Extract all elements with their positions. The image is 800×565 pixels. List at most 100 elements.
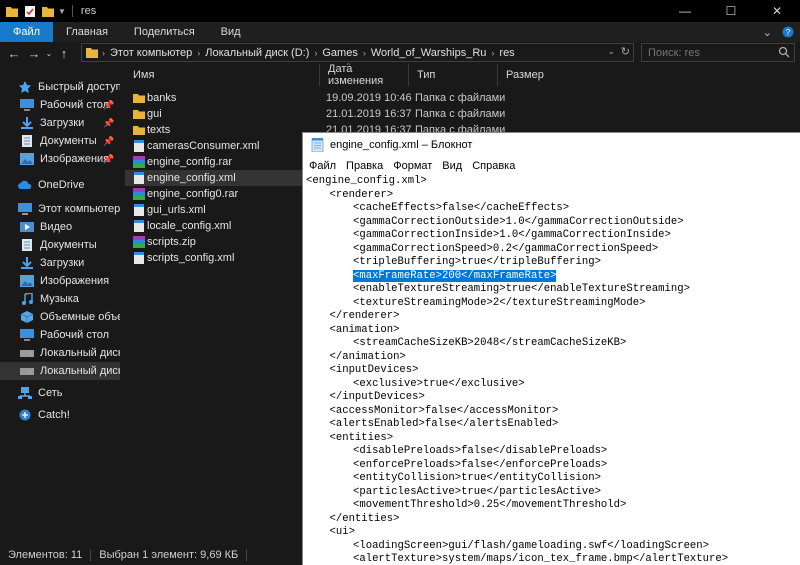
nav-music[interactable]: Музыка — [0, 290, 120, 308]
text-line: <alertTexture>system/maps/icon_tex_frame… — [353, 553, 728, 565]
pin-icon[interactable]: 📌 — [103, 136, 114, 147]
up-arrow-icon[interactable]: ↑ — [54, 43, 74, 63]
nav-downloads[interactable]: Загрузки — [0, 254, 120, 272]
address-bar[interactable]: › Этот компьютер › Локальный диск (D:) ›… — [81, 43, 634, 62]
status-selection: Выбран 1 элемент: 9,69 КБ — [99, 549, 239, 561]
nav-drive-d[interactable]: Локальный диск (D:) — [0, 362, 120, 380]
nav-drive-c[interactable]: Локальный диск (C:) — [0, 344, 120, 362]
breadcrumb-games[interactable]: Games — [322, 47, 357, 59]
text-line: </renderer> — [330, 310, 400, 324]
text-line: <cacheEffects>false</cacheEffects> — [353, 202, 569, 216]
text-line: <tripleBuffering>true</tripleBuffering> — [353, 256, 601, 270]
tab-share[interactable]: Поделиться — [121, 22, 208, 42]
column-header-date[interactable]: Дата изменения — [320, 63, 409, 87]
recent-dropdown-icon[interactable]: ⌄ — [44, 43, 54, 63]
line-text: <enableTextureStreaming>true</enableText… — [353, 283, 690, 295]
nav-3d-objects[interactable]: Объемные объекты — [0, 308, 120, 326]
text-line: </entities> — [330, 513, 400, 527]
cloud-icon — [18, 180, 32, 189]
close-button[interactable]: ✕ — [754, 0, 800, 22]
column-header-size[interactable]: Размер — [498, 64, 558, 86]
nav-label: Рабочий стол — [40, 99, 110, 111]
minimize-button[interactable]: — — [662, 0, 708, 22]
nav-documents[interactable]: Документы — [0, 236, 120, 254]
folder-icon — [6, 6, 18, 17]
breadcrumb-separator-icon[interactable]: › — [491, 48, 494, 58]
text-line: <movementThreshold>0.25</movementThresho… — [353, 499, 626, 513]
breadcrumb-separator-icon[interactable]: › — [197, 48, 200, 58]
help-icon[interactable]: ? — [782, 26, 794, 38]
file-row-gui[interactable]: gui 21.01.2019 16:37 Папка с файлами — [125, 106, 800, 122]
tab-file[interactable]: Файл — [0, 22, 54, 42]
breadcrumb-separator-icon[interactable]: › — [102, 48, 105, 58]
nav-catch[interactable]: Catch! — [0, 406, 120, 424]
notepad-text-area[interactable]: <engine_config.xml> <renderer> <cacheEffec… — [303, 175, 800, 565]
nav-pictures-pinned[interactable]: Изображения 📌 — [0, 150, 120, 168]
archive-icon — [133, 156, 145, 168]
search-box[interactable] — [641, 43, 795, 62]
menu-view[interactable]: Вид — [442, 160, 462, 172]
properties-icon[interactable] — [24, 5, 36, 17]
breadcrumb-this-pc[interactable]: Этот компьютер — [110, 47, 192, 59]
forward-arrow-icon[interactable]: → — [24, 43, 44, 63]
catch-icon — [19, 409, 31, 421]
desktop-icon — [20, 329, 34, 341]
nav-label: Сеть — [38, 387, 63, 399]
nav-documents-pinned[interactable]: Документы 📌 — [0, 132, 120, 150]
column-header-name[interactable]: Имя — [125, 64, 320, 86]
address-dropdown-icon[interactable]: ⌄ — [607, 46, 615, 57]
breadcrumb-drive-d[interactable]: Локальный диск (D:) — [205, 47, 309, 59]
pin-icon[interactable]: 📌 — [103, 100, 114, 111]
nav-label: Изображения — [40, 275, 110, 287]
tab-home[interactable]: Главная — [53, 22, 121, 42]
notepad-menu-bar: Файл Правка Формат Вид Справка — [303, 157, 800, 175]
menu-format[interactable]: Формат — [393, 160, 432, 172]
documents-icon — [22, 135, 32, 147]
nav-pictures[interactable]: Изображения — [0, 272, 120, 290]
nav-label: Документы — [40, 135, 97, 147]
text-line: <alertsEnabled>false</alertsEnabled> — [330, 418, 559, 432]
maximize-button[interactable]: ☐ — [708, 0, 754, 22]
nav-desktop[interactable]: Рабочий стол — [0, 326, 120, 344]
line-text: </entities> — [329, 512, 400, 525]
breadcrumb-wows[interactable]: World_of_Warships_Ru — [371, 47, 487, 59]
nav-video[interactable]: Видео — [0, 218, 120, 236]
nav-network[interactable]: Сеть — [0, 384, 120, 402]
breadcrumb-separator-icon[interactable]: › — [314, 48, 317, 58]
pin-icon[interactable]: 📌 — [103, 118, 114, 129]
breadcrumb-res[interactable]: res — [499, 47, 514, 59]
xml-file-icon — [134, 252, 144, 264]
menu-help[interactable]: Справка — [472, 160, 515, 172]
qa-dropdown-icon[interactable]: ▼ — [58, 7, 66, 16]
file-date: 19.09.2019 10:46 — [326, 92, 412, 104]
text-line: <particlesActive>true</particlesActive> — [353, 486, 601, 500]
back-arrow-icon[interactable]: ← — [4, 43, 24, 63]
nav-downloads-pinned[interactable]: Загрузки 📌 — [0, 114, 120, 132]
nav-quick-access[interactable]: Быстрый доступ — [0, 78, 120, 96]
text-line: <ui> — [330, 526, 355, 540]
file-type: Папка с файлами — [415, 92, 506, 104]
breadcrumb-separator-icon[interactable]: › — [363, 48, 366, 58]
folder-icon — [133, 110, 145, 119]
nav-this-pc[interactable]: Этот компьютер — [0, 200, 120, 218]
file-name: camerasConsumer.xml — [147, 140, 260, 152]
menu-edit[interactable]: Правка — [346, 160, 383, 172]
line-text: <renderer> — [329, 188, 394, 201]
xml-file-icon — [134, 204, 144, 216]
text-line: <gammaCorrectionInside>1.0</gammaCorrect… — [353, 229, 671, 243]
refresh-icon[interactable]: ↻ — [621, 45, 630, 58]
nav-label: Документы — [40, 239, 97, 251]
search-input[interactable] — [642, 46, 772, 59]
nav-label: Музыка — [40, 293, 79, 305]
nav-desktop-pinned[interactable]: Рабочий стол 📌 — [0, 96, 120, 114]
nav-onedrive[interactable]: OneDrive — [0, 176, 120, 194]
file-name: gui_urls.xml — [147, 204, 206, 216]
new-folder-icon[interactable] — [42, 6, 54, 17]
column-header-type[interactable]: Тип — [409, 64, 498, 86]
ribbon-expand-icon[interactable]: ⌄ — [763, 26, 772, 39]
tab-view[interactable]: Вид — [208, 22, 254, 42]
pin-icon[interactable]: 📌 — [103, 154, 114, 165]
notepad-title: engine_config.xml – Блокнот — [330, 139, 473, 151]
menu-file[interactable]: Файл — [309, 160, 336, 172]
file-row-banks[interactable]: banks 19.09.2019 10:46 Папка с файлами — [125, 90, 800, 106]
